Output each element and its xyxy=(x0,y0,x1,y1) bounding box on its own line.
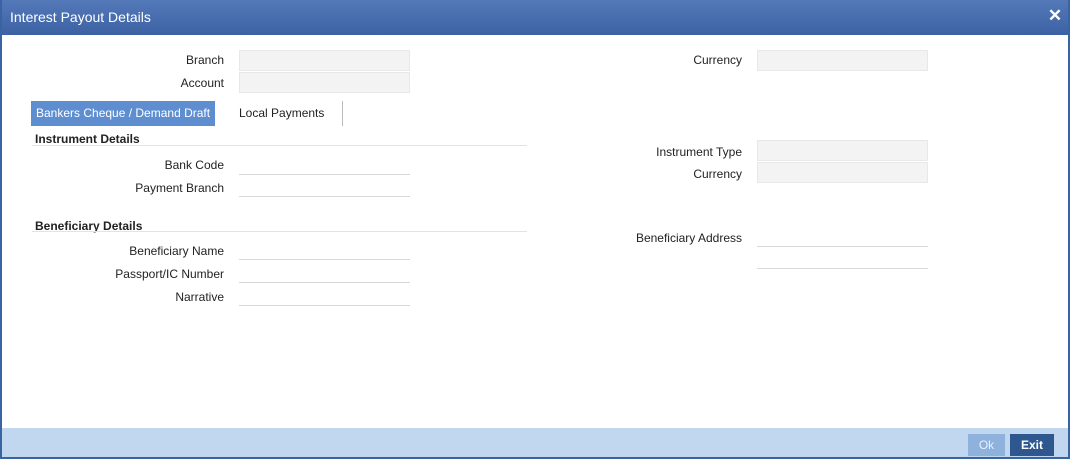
payment-branch-label: Payment Branch xyxy=(135,181,224,195)
interest-payout-window: Interest Payout Details ✕ Branch Account… xyxy=(0,0,1070,459)
beneficiary-address-line1[interactable] xyxy=(757,225,928,247)
beneficiary-address-label: Beneficiary Address xyxy=(635,231,742,245)
exit-button[interactable]: Exit xyxy=(1010,434,1054,456)
instrument-divider xyxy=(32,145,527,146)
branch-label: Branch xyxy=(185,53,224,67)
footer-bar: Ok Exit xyxy=(2,428,1068,457)
tab-bankers-cheque[interactable]: Bankers Cheque / Demand Draft xyxy=(31,101,216,126)
payment-branch-field[interactable] xyxy=(239,175,410,197)
tab-divider xyxy=(342,101,343,126)
beneficiary-divider xyxy=(32,231,527,232)
branch-field[interactable] xyxy=(239,50,410,71)
currency-label: Currency xyxy=(693,53,742,67)
title-bar: Interest Payout Details ✕ xyxy=(2,0,1068,35)
narrative-label: Narrative xyxy=(175,290,224,304)
passport-ic-label: Passport/IC Number xyxy=(115,267,224,281)
bank-code-label: Bank Code xyxy=(164,158,224,172)
instrument-type-label: Instrument Type xyxy=(656,145,742,159)
close-icon[interactable]: ✕ xyxy=(1046,7,1064,25)
tab-local-payments[interactable]: Local Payments xyxy=(234,101,330,126)
narrative-field[interactable] xyxy=(239,284,410,306)
instrument-type-field[interactable] xyxy=(757,140,928,161)
ok-button[interactable]: Ok xyxy=(968,434,1005,456)
account-field[interactable] xyxy=(239,72,410,93)
instrument-currency-label: Currency xyxy=(693,167,742,181)
currency-field[interactable] xyxy=(757,50,928,71)
passport-ic-field[interactable] xyxy=(239,261,410,283)
instrument-details-heading: Instrument Details xyxy=(35,132,140,146)
window-title: Interest Payout Details xyxy=(10,9,151,25)
beneficiary-name-field[interactable] xyxy=(239,238,410,260)
instrument-currency-field[interactable] xyxy=(757,162,928,183)
beneficiary-name-label: Beneficiary Name xyxy=(129,244,224,258)
beneficiary-address-line2[interactable] xyxy=(757,247,928,269)
bank-code-field[interactable] xyxy=(239,153,410,175)
account-label: Account xyxy=(180,76,224,90)
